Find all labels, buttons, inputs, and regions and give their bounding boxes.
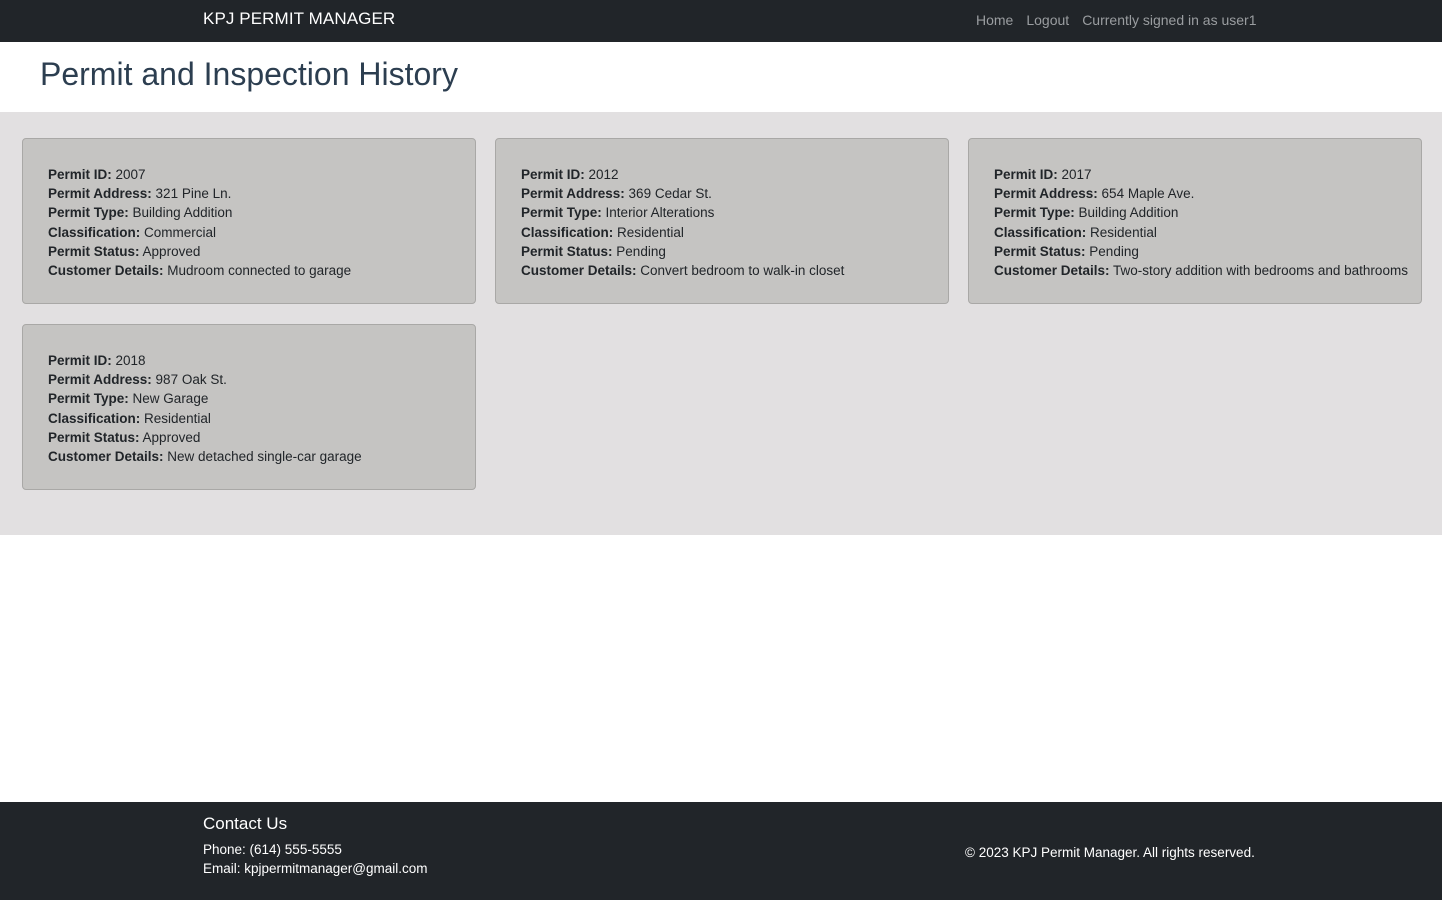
page-title: Permit and Inspection History: [40, 56, 458, 92]
permit-address-value: 654 Maple Ave.: [1101, 186, 1195, 202]
classification-label: Classification:: [521, 224, 614, 240]
customer-details-label: Customer Details:: [521, 263, 637, 279]
customer-details-row: Customer Details: Convert bedroom to wal…: [521, 261, 923, 280]
nav-home-link[interactable]: Home: [976, 12, 1013, 28]
customer-details-row: Customer Details: Mudroom connected to g…: [48, 261, 450, 280]
page-header: Permit and Inspection History: [0, 42, 1442, 112]
customer-details-row: Customer Details: Two-story addition wit…: [994, 261, 1408, 280]
footer-email: Email: kpjpermitmanager@gmail.com: [203, 861, 428, 876]
classification-row: Classification: Residential: [48, 409, 450, 428]
permit-type-row: Permit Type: New Garage: [48, 389, 450, 408]
permit-address-label: Permit Address:: [994, 186, 1098, 202]
permit-address-row: Permit Address: 987 Oak St.: [48, 370, 450, 389]
permit-id-label: Permit ID:: [48, 167, 112, 182]
customer-details-label: Customer Details:: [994, 263, 1110, 279]
classification-label: Classification:: [48, 224, 141, 240]
footer: Contact Us Phone: (614) 555-5555 Email: …: [0, 802, 1442, 900]
permit-address-label: Permit Address:: [48, 372, 152, 388]
permit-status-value: Pending: [616, 243, 666, 259]
permit-type-value: Building Addition: [132, 205, 233, 221]
permit-address-value: 321 Pine Ln.: [155, 186, 232, 202]
classification-label: Classification:: [994, 224, 1087, 240]
permit-id-value: 2017: [1061, 167, 1092, 182]
permit-card: Permit ID: 2007 Permit Address: 321 Pine…: [22, 138, 476, 304]
classification-value: Residential: [1090, 224, 1157, 240]
permit-id-value: 2012: [588, 167, 619, 182]
brand-link[interactable]: KPJ PERMIT MANAGER: [203, 9, 395, 29]
customer-details-value: Mudroom connected to garage: [167, 263, 352, 279]
permit-type-row: Permit Type: Building Addition: [994, 203, 1396, 222]
footer-copyright: © 2023 KPJ Permit Manager. All rights re…: [965, 845, 1255, 860]
permit-type-value: New Garage: [132, 391, 209, 407]
footer-contact-heading: Contact Us: [203, 814, 288, 833]
nav-logout-link[interactable]: Logout: [1026, 12, 1069, 28]
customer-details-value: New detached single-car garage: [167, 449, 362, 465]
permit-type-label: Permit Type:: [48, 205, 129, 221]
permit-type-label: Permit Type:: [48, 391, 129, 407]
permit-status-row: Permit Status: Pending: [994, 242, 1396, 261]
permit-type-label: Permit Type:: [994, 205, 1075, 221]
permit-id-row: Permit ID: 2012: [521, 165, 923, 184]
customer-details-value: Convert bedroom to walk-in closet: [640, 263, 845, 279]
nav-links: Home Logout Currently signed in as user1: [976, 12, 1257, 28]
permit-address-row: Permit Address: 654 Maple Ave.: [994, 184, 1396, 203]
customer-details-label: Customer Details:: [48, 263, 164, 279]
customer-details-label: Customer Details:: [48, 449, 164, 465]
permit-type-value: Building Addition: [1078, 205, 1179, 221]
classification-value: Residential: [617, 224, 684, 240]
customer-details-value: Two-story addition with bedrooms and bat…: [1113, 263, 1408, 279]
permit-status-value: Approved: [142, 429, 201, 445]
classification-row: Classification: Commercial: [48, 223, 450, 242]
permit-type-value: Interior Alterations: [605, 205, 715, 221]
permit-type-row: Permit Type: Building Addition: [48, 203, 450, 222]
classification-row: Classification: Residential: [994, 223, 1396, 242]
permit-address-value: 987 Oak St.: [155, 372, 227, 388]
permit-status-label: Permit Status:: [48, 243, 140, 259]
permit-address-value: 369 Cedar St.: [628, 186, 712, 202]
signed-in-status: Currently signed in as user1: [1082, 12, 1257, 28]
permit-status-row: Permit Status: Approved: [48, 428, 450, 447]
permit-address-label: Permit Address:: [521, 186, 625, 202]
footer-phone: Phone: (614) 555-5555: [203, 842, 342, 857]
permit-id-label: Permit ID:: [48, 353, 112, 368]
classification-value: Commercial: [144, 224, 217, 240]
permit-status-row: Permit Status: Approved: [48, 242, 450, 261]
permit-status-value: Pending: [1089, 243, 1139, 259]
classification-row: Classification: Residential: [521, 223, 923, 242]
permit-status-label: Permit Status:: [994, 243, 1086, 259]
permit-status-row: Permit Status: Pending: [521, 242, 923, 261]
permit-card: Permit ID: 2012 Permit Address: 369 Ceda…: [495, 138, 949, 304]
permit-address-label: Permit Address:: [48, 186, 152, 202]
permit-list: Permit ID: 2007 Permit Address: 321 Pine…: [0, 112, 1442, 535]
classification-value: Residential: [144, 410, 211, 426]
permit-card: Permit ID: 2018 Permit Address: 987 Oak …: [22, 324, 476, 490]
permit-id-row: Permit ID: 2007: [48, 165, 450, 184]
permit-type-row: Permit Type: Interior Alterations: [521, 203, 923, 222]
permit-id-value: 2018: [115, 353, 146, 368]
top-navbar: KPJ PERMIT MANAGER Home Logout Currently…: [0, 0, 1442, 42]
customer-details-row: Customer Details: New detached single-ca…: [48, 447, 450, 466]
classification-label: Classification:: [48, 410, 141, 426]
permit-status-value: Approved: [142, 243, 201, 259]
permit-address-row: Permit Address: 369 Cedar St.: [521, 184, 923, 203]
permit-id-label: Permit ID:: [994, 167, 1058, 182]
permit-id-row: Permit ID: 2017: [994, 165, 1396, 184]
permit-status-label: Permit Status:: [48, 429, 140, 445]
permit-id-row: Permit ID: 2018: [48, 351, 450, 370]
permit-status-label: Permit Status:: [521, 243, 613, 259]
permit-type-label: Permit Type:: [521, 205, 602, 221]
permit-card: Permit ID: 2017 Permit Address: 654 Mapl…: [968, 138, 1422, 304]
permit-address-row: Permit Address: 321 Pine Ln.: [48, 184, 450, 203]
permit-id-value: 2007: [115, 167, 146, 182]
permit-id-label: Permit ID:: [521, 167, 585, 182]
